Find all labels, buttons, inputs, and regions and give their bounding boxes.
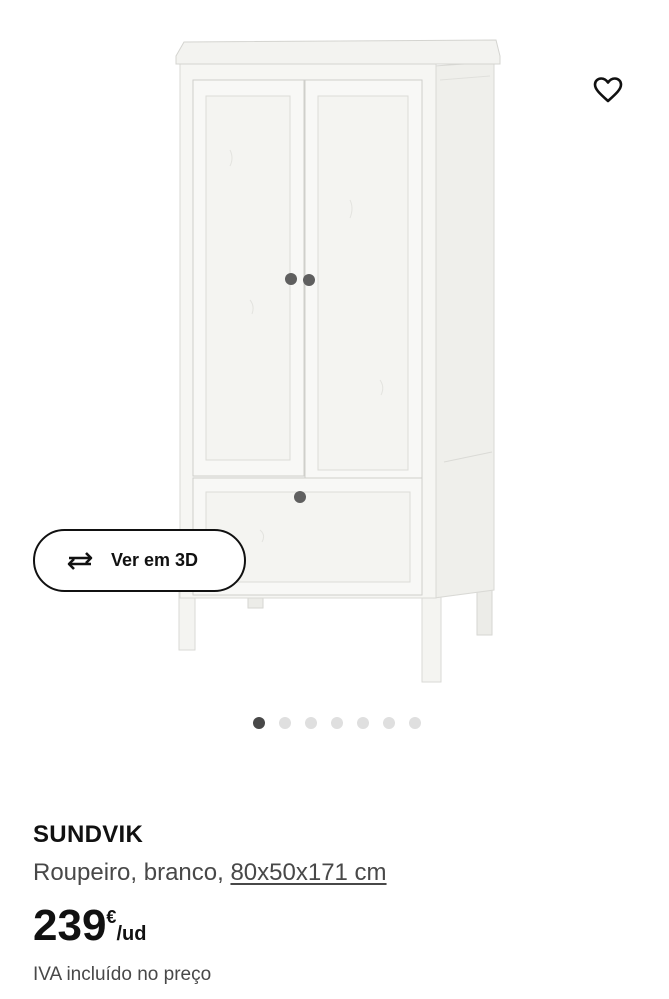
heart-icon <box>593 77 623 103</box>
product-dimensions-link[interactable]: 80x50x171 cm <box>230 859 386 886</box>
product-name: SUNDVIK <box>33 821 144 848</box>
gallery-dot[interactable] <box>409 717 421 729</box>
view-3d-label: Ver em 3D <box>111 550 199 570</box>
product-image-wardrobe <box>175 39 501 683</box>
gallery-dot[interactable] <box>357 717 369 729</box>
gallery-pagination <box>253 717 421 729</box>
product-type-color: Roupeiro, branco, <box>33 859 231 886</box>
view-3d-button[interactable]: Ver em 3D <box>33 529 246 592</box>
gallery-dot[interactable] <box>305 717 317 729</box>
rotate-3d-icon <box>67 551 93 570</box>
gallery-dot[interactable] <box>331 717 343 729</box>
price-unit: /ud <box>116 923 147 945</box>
product-gallery[interactable]: Ver em 3D <box>0 0 669 760</box>
gallery-dot[interactable] <box>253 717 265 729</box>
gallery-dot[interactable] <box>383 717 395 729</box>
price-amount: 239 <box>33 901 107 950</box>
product-description: Roupeiro, branco, 80x50x171 cm <box>33 858 649 888</box>
product-price: 239 € /ud <box>33 904 649 948</box>
product-info: SUNDVIK Roupeiro, branco, 80x50x171 cm 2… <box>33 818 649 986</box>
vat-note: IVA incluído no preço <box>33 964 212 985</box>
gallery-dot[interactable] <box>279 717 291 729</box>
favorite-button[interactable] <box>586 68 630 112</box>
price-currency: € <box>106 907 117 927</box>
